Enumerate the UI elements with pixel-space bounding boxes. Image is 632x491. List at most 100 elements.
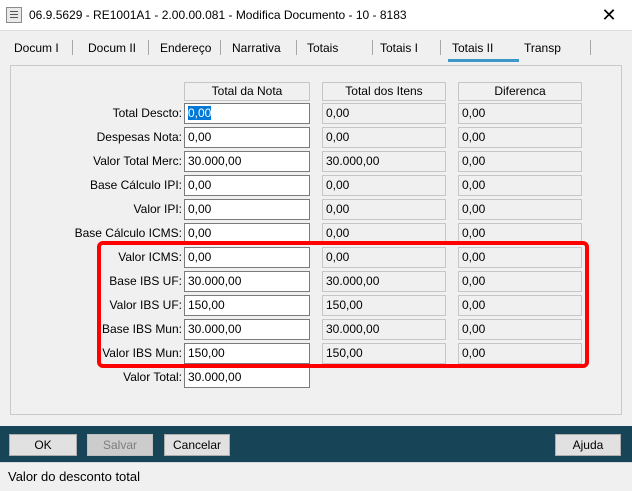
tab-separator — [296, 40, 297, 55]
tab-docum-i[interactable]: Docum I — [14, 37, 59, 59]
field-value: 0,00 — [462, 154, 486, 168]
total-itens-field: 30.000,00 — [322, 151, 446, 172]
total-itens-field: 30.000,00 — [322, 319, 446, 340]
total-nota-field[interactable]: 0,00 — [184, 223, 310, 244]
total-itens-field: 30.000,00 — [322, 271, 446, 292]
total-itens-field: 0,00 — [322, 247, 446, 268]
tab-totais-ii[interactable]: Totais II — [452, 37, 493, 59]
field-value: 30.000,00 — [326, 154, 380, 168]
active-tab-indicator — [448, 59, 519, 62]
column-header-diferenca: Diferenca — [458, 82, 582, 101]
diferenca-field: 0,00 — [458, 319, 582, 340]
diferenca-field: 0,00 — [458, 127, 582, 148]
field-value: 0,00 — [188, 250, 212, 264]
field-value: 0,00 — [188, 106, 212, 120]
column-header-total-itens: Total dos Itens — [322, 82, 446, 101]
total-itens-field: 0,00 — [322, 223, 446, 244]
field-value: 0,00 — [326, 130, 350, 144]
row-label: Valor Total Merc: — [93, 154, 182, 168]
row-label: Valor IBS UF: — [109, 298, 182, 312]
tab-transp[interactable]: Transp — [524, 37, 561, 59]
total-itens-field: 150,00 — [322, 295, 446, 316]
ok-button[interactable]: OK — [9, 434, 77, 456]
field-value: 0,00 — [188, 202, 212, 216]
diferenca-field: 0,00 — [458, 343, 582, 364]
total-nota-field[interactable]: 30.000,00 — [184, 151, 310, 172]
diferenca-field: 0,00 — [458, 271, 582, 292]
total-nota-field[interactable]: 150,00 — [184, 295, 310, 316]
field-value: 0,00 — [462, 298, 486, 312]
total-nota-field[interactable]: 150,00 — [184, 343, 310, 364]
total-nota-field[interactable]: 0,00 — [184, 175, 310, 196]
field-value: 30.000,00 — [326, 322, 380, 336]
total-nota-field[interactable]: 30.000,00 — [184, 319, 310, 340]
field-value: 0,00 — [462, 202, 486, 216]
field-value: 150,00 — [188, 298, 225, 312]
total-nota-field[interactable]: 0,00 — [184, 103, 310, 124]
row-label: Despesas Nota: — [96, 130, 182, 144]
field-value: 30.000,00 — [188, 274, 242, 288]
field-value: 30.000,00 — [188, 154, 242, 168]
field-value: 0,00 — [462, 346, 486, 360]
total-value-field[interactable]: 30.000,00 — [184, 367, 310, 388]
tab-docum-ii[interactable]: Docum II — [88, 37, 136, 59]
total-itens-field: 0,00 — [322, 103, 446, 124]
field-value: 150,00 — [326, 298, 363, 312]
save-button[interactable]: Salvar — [87, 434, 153, 456]
tab-separator — [440, 40, 441, 55]
total-nota-field[interactable]: 0,00 — [184, 199, 310, 220]
field-value: 30.000,00 — [326, 274, 380, 288]
diferenca-field: 0,00 — [458, 295, 582, 316]
tab-separator — [72, 40, 73, 55]
app-icon — [6, 7, 22, 23]
total-nota-field[interactable]: 30.000,00 — [184, 271, 310, 292]
tab-endereco[interactable]: Endereço — [160, 37, 211, 59]
close-icon[interactable]: ✕ — [586, 0, 632, 30]
tab-strip: Docum I Docum II Endereço Narrativa Tota… — [0, 37, 632, 62]
field-value: 0,00 — [326, 178, 350, 192]
row-label: Valor ICMS: — [118, 250, 182, 264]
total-itens-field: 0,00 — [322, 127, 446, 148]
cancel-button[interactable]: Cancelar — [164, 434, 230, 456]
column-header-total-nota: Total da Nota — [184, 82, 310, 101]
row-label: Valor IBS Mun: — [102, 346, 182, 360]
total-itens-field: 0,00 — [322, 199, 446, 220]
tab-narrativa[interactable]: Narrativa — [232, 37, 281, 59]
diferenca-field: 0,00 — [458, 199, 582, 220]
row-label: Valor IPI: — [133, 202, 182, 216]
field-value: 0,00 — [462, 274, 486, 288]
tab-separator — [148, 40, 149, 55]
row-label: Base Cálculo ICMS: — [74, 226, 182, 240]
total-itens-field: 0,00 — [322, 175, 446, 196]
row-label: Total Descto: — [112, 106, 182, 120]
diferenca-field: 0,00 — [458, 223, 582, 244]
tab-separator — [372, 40, 373, 55]
diferenca-field: 0,00 — [458, 247, 582, 268]
total-nota-field[interactable]: 0,00 — [184, 127, 310, 148]
field-value: 0,00 — [462, 250, 486, 264]
field-value: 0,00 — [326, 250, 350, 264]
tab-separator — [590, 40, 591, 55]
field-value: 0,00 — [462, 106, 486, 120]
field-value: 150,00 — [188, 346, 225, 360]
field-value: 150,00 — [326, 346, 363, 360]
window-title: 06.9.5629 - RE1001A1 - 2.00.00.081 - Mod… — [29, 8, 407, 22]
field-value: 0,00 — [462, 226, 486, 240]
field-value: 0,00 — [188, 226, 212, 240]
total-label: Valor Total: — [123, 370, 182, 384]
status-bar: Valor do desconto total — [0, 462, 632, 491]
diferenca-field: 0,00 — [458, 103, 582, 124]
field-value: 0,00 — [462, 322, 486, 336]
diferenca-field: 0,00 — [458, 175, 582, 196]
title-bar: 06.9.5629 - RE1001A1 - 2.00.00.081 - Mod… — [0, 0, 632, 30]
tab-separator — [220, 40, 221, 55]
row-label: Base Cálculo IPI: — [89, 178, 182, 192]
total-nota-field[interactable]: 0,00 — [184, 247, 310, 268]
help-button[interactable]: Ajuda — [555, 434, 621, 456]
field-value: 0,00 — [462, 178, 486, 192]
row-label: Base IBS UF: — [109, 274, 182, 288]
field-value: 0,00 — [462, 130, 486, 144]
tab-totais[interactable]: Totais — [307, 37, 338, 59]
row-label: Base IBS Mun: — [101, 322, 182, 336]
tab-totais-i[interactable]: Totais I — [380, 37, 418, 59]
